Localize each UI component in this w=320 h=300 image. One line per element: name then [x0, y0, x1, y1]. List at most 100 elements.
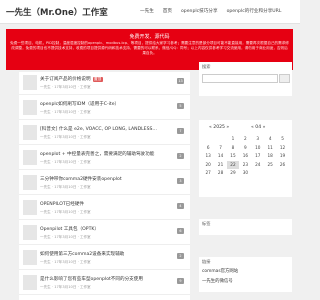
post-thumbnail[interactable]	[23, 275, 37, 290]
calendar-day[interactable]: 16	[239, 152, 251, 161]
nav-item-home-name[interactable]: 一先生	[140, 8, 154, 14]
comment-count-badge: 7	[177, 128, 184, 134]
list-item[interactable]: [科普文] 什么是 e2e, VOACC, OP LONG, LANDLESS……	[19, 122, 190, 145]
post-title[interactable]: OPENPILOT已经硬件	[40, 201, 84, 207]
calendar-empty-cell	[276, 169, 288, 178]
post-thumbnail[interactable]	[23, 150, 37, 165]
post-thumbnail[interactable]	[23, 75, 37, 90]
list-item[interactable]: 三分钟带你comma2硬件安装openplot 一先生 · 17年3月10日 ·…	[19, 172, 190, 195]
banner-body: 免费一些项目，电机，PID控制，温度湿度控制的openplc、modbus-tc…	[10, 41, 289, 56]
post-thumbnail[interactable]	[23, 200, 37, 215]
calendar-day[interactable]: 15	[227, 152, 239, 161]
banner-title: 免费开发、源代码	[129, 34, 170, 40]
calendar-day[interactable]: 18	[264, 152, 276, 161]
calendar-day[interactable]: 24	[252, 161, 264, 170]
calendar-day[interactable]: 23	[239, 161, 251, 170]
calendar-day[interactable]: 14	[214, 152, 226, 161]
post-thumbnail[interactable]	[23, 175, 37, 190]
nav-item-industry[interactable]: openplc的行业和分享URL	[227, 8, 282, 14]
calendar-day[interactable]: 12	[276, 144, 288, 153]
calendar-day[interactable]: 29	[227, 169, 239, 178]
calendar-day[interactable]: 9	[239, 144, 251, 153]
list-item[interactable]: 关于订阅产品的价格说明 置顶 一先生 · 17年3月10日 · 工作室 13	[19, 72, 190, 95]
nav-item-tips[interactable]: openplc技巧分享	[181, 8, 218, 14]
calendar-day[interactable]: 7	[214, 144, 226, 153]
calendar-day[interactable]: 20	[202, 161, 214, 170]
calendar-day[interactable]: 4	[264, 135, 276, 144]
post-thumbnail[interactable]	[23, 125, 37, 140]
site-title[interactable]: 一先生（Mr.One）工作室	[6, 6, 108, 18]
calendar-month-nav[interactable]: « 04 »	[251, 125, 265, 130]
comment-count-badge: 9	[177, 278, 184, 284]
post-meta: 一先生 · 17年3月10日 · 工作室	[40, 160, 91, 164]
links-widget: 链接 commas官方网站 一先生的微信号	[199, 257, 292, 292]
calendar-day[interactable]: 21	[214, 161, 226, 170]
list-item[interactable]: Openpilot 工具包（OPTK） 一先生 · 17年3月10日 · 工作室…	[19, 222, 190, 245]
post-title[interactable]: openplc如何刷写IDM（适用于C-ite）	[40, 101, 119, 107]
list-item[interactable]: openplc如何刷写IDM（适用于C-ite） 一先生 · 17年3月10日 …	[19, 97, 190, 120]
post-title[interactable]: 是什么影响了您有些车型openplot不同的分支使用	[40, 276, 143, 282]
comment-count-badge: 2	[177, 253, 184, 259]
post-title[interactable]: 关于订阅产品的价格说明 置顶	[40, 76, 103, 82]
calendar-day[interactable]: 27	[202, 169, 214, 178]
calendar-week: 20 21 22 23 24 25 26	[202, 160, 289, 170]
comment-count-badge: 3	[177, 178, 184, 184]
comment-count-badge: 13	[177, 78, 184, 84]
tags-widget: 标签	[199, 219, 292, 235]
calendar-day[interactable]: 30	[239, 169, 251, 178]
list-item[interactable]: 是什么影响了您有些车型openplot不同的分支使用 一先生 · 17年3月10…	[19, 272, 190, 295]
calendar-day[interactable]: 22	[226, 160, 240, 169]
calendar-day[interactable]: 11	[264, 144, 276, 153]
list-item[interactable]: openplot + 中控量表完善之，需要满足的辅助驾驶功能 一先生 · 17年…	[19, 147, 190, 170]
calendar-day[interactable]: 26	[276, 161, 288, 170]
calendar-empty-cell	[252, 169, 264, 178]
link-wechat[interactable]: 一先生的微信号	[202, 278, 233, 284]
post-meta: 一先生 · 17年3月10日 · 工作室	[40, 85, 91, 89]
calendar-day[interactable]: 25	[264, 161, 276, 170]
calendar-week: 13 14 15 16 17 18 19	[202, 152, 289, 161]
link-comma-official[interactable]: commas官方网站	[202, 268, 238, 274]
list-item[interactable]: 如何使用第三方comma2设备来实现辅助 一先生 · 17年3月10日 · 工作…	[19, 247, 190, 270]
comment-count-badge: 2	[177, 153, 184, 159]
post-meta: 一先生 · 17年3月10日 · 工作室	[40, 260, 91, 264]
calendar-empty-cell	[214, 135, 226, 144]
post-title[interactable]: openplot + 中控量表完善之，需要满足的辅助驾驶功能	[40, 151, 154, 157]
post-title[interactable]: 三分钟带你comma2硬件安装openplot	[40, 176, 122, 182]
post-meta: 一先生 · 17年3月10日 · 工作室	[40, 110, 91, 114]
post-thumbnail[interactable]	[23, 100, 37, 115]
calendar-day[interactable]: 2	[239, 135, 251, 144]
calendar-day[interactable]: 6	[202, 144, 214, 153]
calendar-day[interactable]: 10	[252, 144, 264, 153]
search-button[interactable]	[279, 74, 290, 83]
calendar-day[interactable]: 17	[252, 152, 264, 161]
search-widget: 搜索	[199, 62, 292, 96]
calendar-grid: 1 2 3 4 5 6 7 8 9 10 11 12 13 14 15 16 17 18 19 20 21 22 23 24 2…	[202, 135, 289, 178]
calendar-day[interactable]: 28	[214, 169, 226, 178]
post-title[interactable]: Openpilot 工具包（OPTK）	[40, 226, 99, 232]
search-input[interactable]	[202, 74, 278, 83]
calendar-widget: « 2025 » « 04 » 1 2 3 4 5 6 7 8 9 10 11 12 13 14 15 16 1…	[199, 120, 292, 197]
calendar-day[interactable]: 8	[227, 144, 239, 153]
calendar-week: 27 28 29 30	[202, 169, 289, 178]
calendar-empty-cell	[264, 169, 276, 178]
top-bar: 一先生（Mr.One）工作室 一先生 首页 openplc技巧分享 openpl…	[0, 0, 300, 24]
post-title[interactable]: [科普文] 什么是 e2e, VOACC, OP LONG, LANDLESS…	[40, 126, 157, 132]
post-thumbnail[interactable]	[23, 225, 37, 240]
post-title[interactable]: 如何使用第三方comma2设备来实现辅助	[40, 251, 124, 257]
calendar-year-nav[interactable]: « 2025 »	[209, 125, 229, 130]
tags-heading: 标签	[202, 221, 211, 226]
calendar-day[interactable]: 3	[252, 135, 264, 144]
calendar-day[interactable]: 13	[202, 152, 214, 161]
post-meta: 一先生 · 17年3月10日 · 工作室	[40, 135, 91, 139]
comment-count-badge: 4	[177, 203, 184, 209]
post-list: 关于订阅产品的价格说明 置顶 一先生 · 17年3月10日 · 工作室 13 op…	[19, 72, 190, 300]
calendar-day[interactable]: 1	[227, 135, 239, 144]
list-item[interactable]: OPENPILOT已经硬件 一先生 · 17年3月10日 · 工作室 4	[19, 197, 190, 220]
nav-item-index[interactable]: 首页	[163, 8, 172, 14]
calendar-day[interactable]: 5	[276, 135, 288, 144]
calendar-day[interactable]: 19	[276, 152, 288, 161]
calendar-week: 6 7 8 9 10 11 12	[202, 144, 289, 153]
comment-count-badge: 6	[177, 228, 184, 234]
post-thumbnail[interactable]	[23, 250, 37, 265]
pinned-badge: 置顶	[92, 77, 103, 82]
